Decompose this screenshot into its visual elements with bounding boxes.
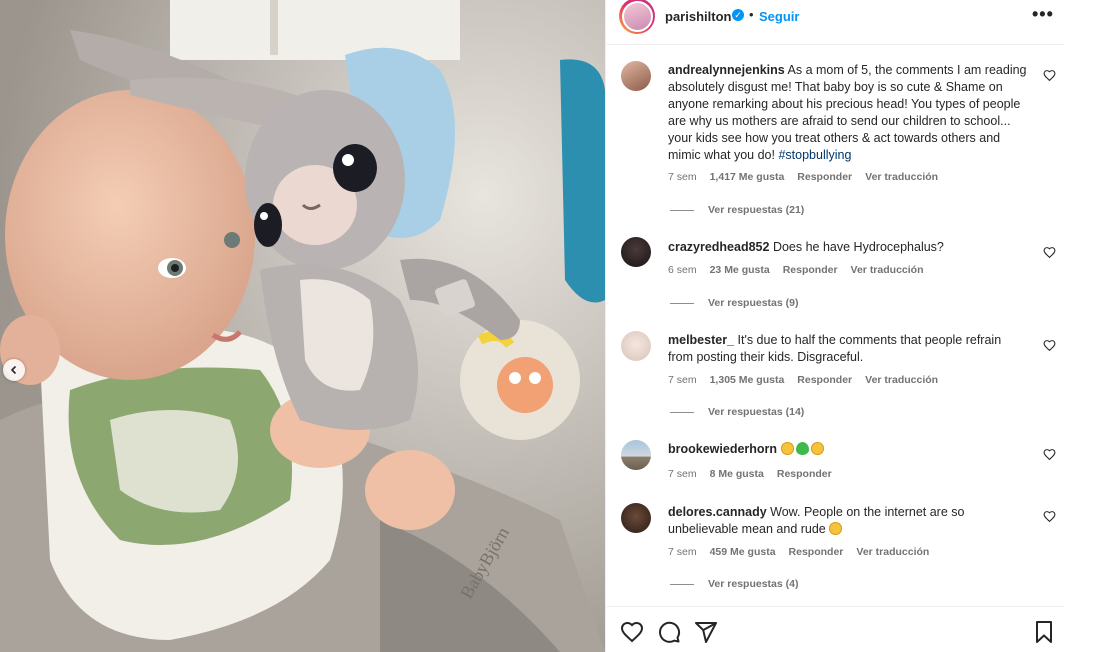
comment-text: brookewiederhorn (668, 441, 1028, 458)
replies-line (670, 302, 694, 304)
comment-meta: 7 sem 8 Me gusta Responder (668, 468, 845, 480)
comment-icon[interactable] (657, 620, 681, 644)
comment-text: andrealynnejenkins As a mom of 5, the co… (668, 62, 1028, 164)
view-replies-label: Ver respuestas (4) (708, 578, 799, 590)
actions-divider (606, 606, 1064, 607)
more-options-icon[interactable]: ••• (1032, 4, 1054, 25)
commenter-username[interactable]: crazyredhead852 (668, 240, 769, 254)
view-replies-button[interactable]: Ver respuestas (9) (670, 297, 798, 309)
heart-eyes-emoji-icon (780, 442, 794, 455)
translate-button[interactable]: Ver traducción (851, 264, 924, 276)
author-username[interactable]: parishilton (665, 9, 731, 24)
heart-icon[interactable] (1043, 246, 1056, 259)
post-header: parishilton ✓ • Seguir ••• (606, 0, 1064, 34)
comment-time: 7 sem (668, 468, 697, 480)
author-avatar[interactable] (619, 0, 655, 34)
comment-meta: 6 sem 23 Me gusta Responder Ver traducción (668, 264, 937, 276)
verified-badge-icon: ✓ (732, 9, 744, 21)
heart-eyes-emoji-icon (810, 442, 824, 455)
translate-button[interactable]: Ver traducción (865, 171, 938, 183)
post-photo[interactable]: BabyBjörn (0, 0, 605, 652)
view-replies-label: Ver respuestas (9) (708, 297, 799, 309)
paper-plane-icon[interactable] (694, 620, 718, 644)
comment-time: 6 sem (668, 264, 697, 276)
astonished-face-emoji-icon (829, 522, 843, 535)
heart-icon[interactable] (1043, 510, 1056, 523)
reply-button[interactable]: Responder (797, 171, 852, 183)
comment-likes[interactable]: 23 Me gusta (710, 264, 770, 276)
follow-button[interactable]: Seguir (759, 9, 799, 24)
comment-time: 7 sem (668, 171, 697, 183)
like-heart-icon[interactable] (620, 620, 644, 644)
separator-dot: • (749, 7, 754, 22)
comment-meta: 7 sem 1,305 Me gusta Responder Ver traducci… (668, 374, 951, 386)
comment-body: Does he have Hydrocephalus? (772, 240, 944, 254)
carousel-prev-button[interactable] (3, 359, 25, 381)
reply-button[interactable]: Responder (777, 468, 832, 480)
comment-time: 7 sem (668, 546, 697, 558)
commenter-username[interactable]: brookewiederhorn (668, 442, 777, 456)
green-heart-emoji-icon (795, 442, 809, 455)
view-replies-label: Ver respuestas (21) (708, 204, 805, 216)
comment-likes[interactable]: 1,305 Me gusta (710, 374, 785, 386)
chevron-left-icon (10, 365, 17, 375)
replies-line (670, 209, 694, 211)
commenter-avatar[interactable] (621, 237, 651, 267)
comment-text: crazyredhead852 Does he have Hydrocephal… (668, 239, 1028, 256)
commenter-username[interactable]: delores.cannady (668, 505, 767, 519)
baby-with-bunny-image: BabyBjörn (0, 0, 605, 652)
view-replies-button[interactable]: Ver respuestas (4) (670, 578, 798, 590)
commenter-username[interactable]: melbester_ (668, 333, 734, 347)
comment-time: 7 sem (668, 374, 697, 386)
replies-line (670, 583, 694, 585)
reply-button[interactable]: Responder (789, 546, 844, 558)
commenter-username[interactable]: andrealynnejenkins (668, 63, 785, 77)
reply-button[interactable]: Responder (783, 264, 838, 276)
commenter-avatar[interactable] (621, 440, 651, 470)
post-side-panel: parishilton ✓ • Seguir ••• andrealynneje… (605, 0, 1064, 652)
commenter-avatar[interactable] (621, 503, 651, 533)
comment-likes[interactable]: 8 Me gusta (710, 468, 764, 480)
view-replies-button[interactable]: Ver respuestas (21) (670, 204, 804, 216)
translate-button[interactable]: Ver traducción (865, 374, 938, 386)
hashtag-link[interactable]: #stopbullying (778, 148, 851, 162)
comment-text: melbester_ It's due to half the comments… (668, 332, 1028, 366)
heart-icon[interactable] (1043, 448, 1056, 461)
commenter-avatar[interactable] (621, 331, 651, 361)
bookmark-icon[interactable] (1032, 620, 1056, 644)
translate-button[interactable]: Ver traducción (856, 546, 929, 558)
author-avatar-image (621, 0, 653, 32)
heart-icon[interactable] (1043, 339, 1056, 352)
comment-likes[interactable]: 1,417 Me gusta (710, 171, 785, 183)
view-replies-label: Ver respuestas (14) (708, 406, 805, 418)
commenter-avatar[interactable] (621, 61, 651, 91)
comment-meta: 7 sem 1,417 Me gusta Responder Ver traducci… (668, 171, 951, 183)
heart-icon[interactable] (1043, 69, 1056, 82)
comment-text: delores.cannady Wow. People on the inter… (668, 504, 1028, 538)
comment-meta: 7 sem 459 Me gusta Responder Ver traducción (668, 546, 942, 558)
comment-likes[interactable]: 459 Me gusta (710, 546, 776, 558)
view-replies-button[interactable]: Ver respuestas (14) (670, 406, 804, 418)
reply-button[interactable]: Responder (797, 374, 852, 386)
header-divider (606, 44, 1064, 45)
replies-line (670, 411, 694, 413)
